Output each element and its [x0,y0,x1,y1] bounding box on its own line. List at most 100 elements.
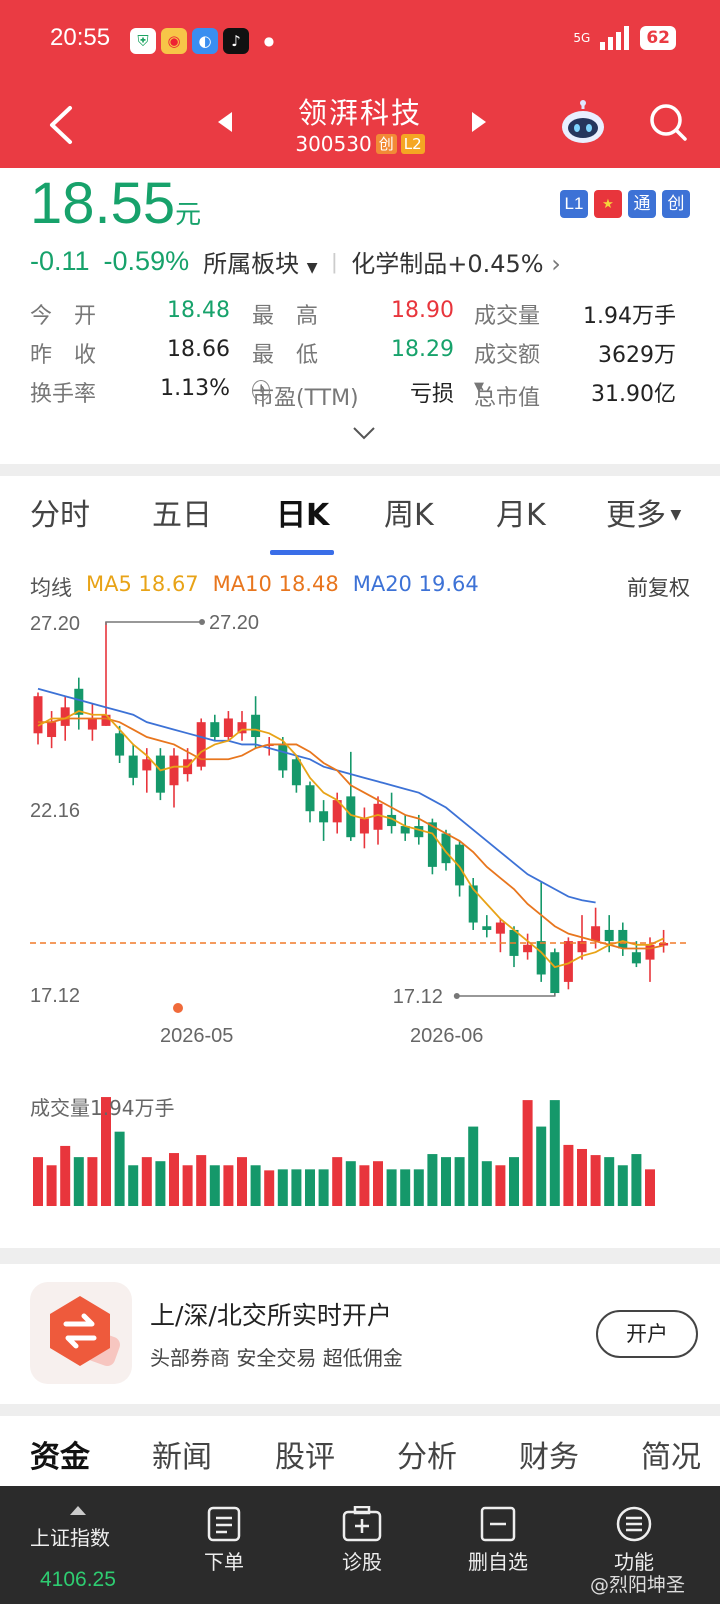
app-header: 20:55 ⛨ ◉ ◐ ♪ ● 5G 62 领湃科技 300530 创 L2 [0,0,720,168]
volume-bar [413,1169,424,1206]
volume-bar [441,1157,451,1206]
max-price-label: 27.20 [209,612,259,634]
candle-body [346,796,356,838]
tab-weekly-k[interactable]: 周K [384,490,434,534]
price-change: -0.11 [30,246,90,276]
candle-body [278,744,288,771]
volume-chart-label: 成交量1.94万手 [30,1096,175,1120]
tab-finance[interactable]: 财务 [519,1432,579,1476]
adjust-toggle[interactable]: 前复权 [627,572,690,602]
candle-body [373,803,383,830]
sector-label: 所属板块 [203,250,300,278]
sector-dropdown[interactable]: 所属板块 ▼ [203,244,317,279]
sector-value: 化学制品+0.45% [351,250,544,278]
candle-body [115,733,125,756]
open-account-button[interactable]: 开户 [596,1310,698,1358]
robot-assistant-icon[interactable] [560,100,606,146]
chevron-right-icon: › [551,250,561,278]
min-leader-dot [453,993,460,999]
stock-code: 300530 [295,132,372,156]
tab-daily-k[interactable]: 日K [276,490,329,534]
candle-body [210,722,220,738]
volume-bar [33,1157,43,1206]
volume-bar [454,1157,465,1206]
open-value: 18.48 [167,298,230,323]
pe-value: 亏损 [409,382,454,407]
volume-bar [46,1165,57,1206]
candle-body [169,755,179,786]
volume-bar [182,1165,193,1206]
volume-bar [87,1157,98,1206]
stats-row: 昨 收 18.66 最 低 18.29 成交额 3629万 [30,333,690,372]
y-tick-label: 27.20 [30,613,80,635]
volume-bar [427,1154,438,1206]
price-change-pct: -0.59% [103,246,190,276]
stock-code-row: 300530 创 L2 [0,132,720,156]
candle-body [142,759,152,771]
nav-remove-watchlist[interactable]: 删自选 [448,1506,548,1575]
candle-body [618,929,628,949]
caret-down-icon: ▼ [306,260,318,276]
nav-diagnose[interactable]: 诊股 [312,1506,412,1575]
volume-bar [577,1148,587,1206]
volume-bar [604,1157,615,1206]
market-cap-value: 31.90亿 [591,382,676,407]
volume-bar [495,1165,506,1206]
volume-bar [549,1100,560,1206]
candle-body [536,941,546,975]
tab-more[interactable]: 更多 ▼ [606,490,681,534]
caret-up-icon[interactable] [70,1506,86,1515]
tab-reviews[interactable]: 股评 [275,1432,335,1476]
volume-bar [128,1165,139,1206]
volume-bar [631,1154,642,1206]
sector-link[interactable]: 化学制品+0.45% › [351,244,561,279]
volume-bar [209,1165,220,1206]
tab-five-day[interactable]: 五日 [152,490,212,534]
volume-bar [645,1169,655,1206]
ma5-legend: MA5 18.67 [86,572,199,602]
candle-body [291,759,301,786]
candle-body [251,714,261,738]
index-name[interactable]: 上证指数 [30,1522,110,1551]
volume-value: 1.94万手 [583,304,676,329]
next-stock-icon[interactable] [472,112,486,132]
candle-body [427,822,437,867]
tab-profile[interactable]: 简况 [641,1432,701,1476]
bottom-nav: 上证指数 4106.25 下单 诊股 删自选 功能 @烈阳坤圣 [0,1486,720,1604]
max-leader-dot [199,619,205,625]
turnover-rate-label: 换手率 [30,382,97,407]
l1-tag: L1 [560,190,588,218]
prev-close-value: 18.66 [167,337,230,362]
nav-diagnose-label: 诊股 [342,1550,382,1574]
china-flag-tag: ★ [594,190,622,218]
volume-bar [563,1144,574,1206]
status-time: 20:55 [50,24,111,51]
candlestick-chart[interactable]: 27.20 22.16 17.12 27.20 17.12 2026-05 2026-06 [0,606,720,1246]
volume-bar [277,1169,288,1206]
account-open-ad[interactable]: 上/深/北交所实时开户 头部券商 安全交易 超低佣金 开户 [0,1264,720,1404]
candle-body [359,818,369,834]
change-row: -0.11 -0.59% 所属板块 ▼ | 化学制品+0.45% › [30,244,561,279]
quote-panel: 18.55元 L1 ★ 通 创 -0.11 -0.59% 所属板块 ▼ | 化学… [0,168,720,464]
nav-bar: 领湃科技 300530 创 L2 [0,90,720,168]
nav-functions[interactable]: 功能 [584,1506,684,1575]
turnover-rate-value: 1.13% [160,376,230,401]
chuang-tag: 创 [662,190,690,218]
tab-intraday[interactable]: 分时 [30,490,90,534]
ma20-line [37,687,596,904]
ad-subtitle: 头部券商 安全交易 超低佣金 [150,1346,403,1370]
signal-icon [600,26,630,50]
ad-icon [30,1282,132,1384]
volume-bar [522,1100,533,1206]
volume-bar [373,1161,383,1206]
tab-analysis[interactable]: 分析 [397,1432,457,1476]
candle-body [87,718,97,730]
expand-chevron-icon[interactable] [352,426,376,440]
network-label: 5G [573,31,591,45]
volume-bar [114,1131,125,1206]
nav-order[interactable]: 下单 [174,1506,274,1575]
tab-monthly-k[interactable]: 月K [496,490,546,534]
tab-funds[interactable]: 资金 [30,1432,90,1476]
tab-news[interactable]: 新闻 [152,1432,212,1476]
search-icon[interactable] [648,102,688,142]
